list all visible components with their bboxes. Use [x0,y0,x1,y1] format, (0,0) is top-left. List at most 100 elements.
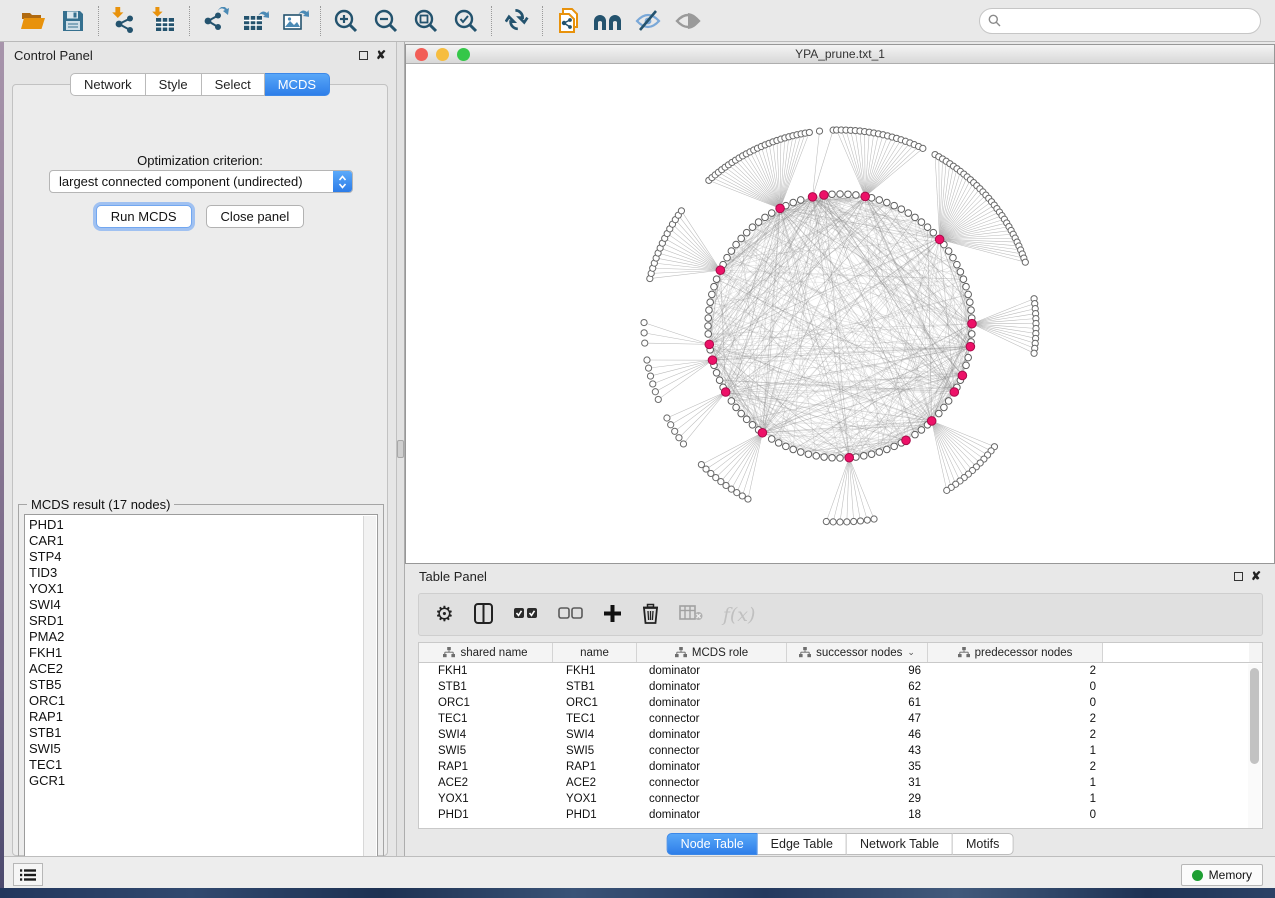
mcds-result-item[interactable]: PMA2 [29,629,361,645]
table-row[interactable]: FKH1FKH1dominator962 [419,663,1262,679]
column-visibility-button[interactable] [474,603,493,627]
mcds-result-item[interactable]: SRD1 [29,613,361,629]
mcds-result-item[interactable]: CAR1 [29,533,361,549]
import-table-icon [151,7,177,34]
open-session-icon [20,9,47,33]
clone-network-button[interactable] [553,6,583,36]
zoom-fit-button[interactable] [411,6,441,36]
mcds-result-item[interactable]: RAP1 [29,709,361,725]
cell: SWI4 [553,727,637,743]
mcds-result-item[interactable]: TEC1 [29,757,361,773]
table-row[interactable]: RAP1RAP1dominator352 [419,759,1262,775]
control-panel-float-button[interactable] [359,51,368,60]
mcds-result-item[interactable]: GCR1 [29,773,361,789]
table-row[interactable]: ACE2ACE2connector311 [419,775,1262,791]
table-row[interactable]: ORC1ORC1dominator610 [419,695,1262,711]
tab-mcds[interactable]: MCDS [265,73,330,96]
cell: ORC1 [419,695,553,711]
cell: 35 [787,759,928,775]
toolbar-group [321,6,491,36]
zoom-selected-button[interactable] [451,6,481,36]
table-row[interactable]: SWI5SWI5connector431 [419,743,1262,759]
search-icon [988,14,1001,27]
control-panel-close-button[interactable]: ✘ [376,49,386,61]
delete-table-icon [679,605,703,624]
cell: YOX1 [419,791,553,807]
open-session-button[interactable] [18,6,48,36]
export-table-button[interactable] [240,6,270,36]
delete-column-button[interactable] [642,603,659,627]
export-image-button[interactable] [280,6,310,36]
zoom-out-button[interactable] [371,6,401,36]
table-row[interactable]: PHD1PHD1dominator180 [419,807,1262,823]
mcds-result-item[interactable]: STB1 [29,725,361,741]
export-network-icon [202,7,229,34]
cell: YOX1 [553,791,637,807]
cell: connector [637,775,787,791]
memory-button[interactable]: Memory [1181,864,1263,886]
tab-network[interactable]: Network [70,73,146,96]
cell: ORC1 [553,695,637,711]
column-header-name[interactable]: name [553,643,637,662]
tab-edge-table[interactable]: Edge Table [758,833,847,855]
zoom-fit-icon [413,8,439,34]
delete-table-button [679,605,703,624]
cell [1103,727,1249,743]
cell: 46 [787,727,928,743]
org-chart-icon [675,647,687,658]
table-row[interactable]: SWI4SWI4dominator462 [419,727,1262,743]
table-row[interactable]: YOX1YOX1connector291 [419,791,1262,807]
run-mcds-button[interactable]: Run MCDS [96,205,192,228]
org-chart-icon [799,647,811,658]
select-all-button[interactable] [513,607,538,623]
table-scrollbar[interactable] [1248,664,1261,828]
mcds-result-item[interactable]: STP4 [29,549,361,565]
tab-network-table[interactable]: Network Table [847,833,953,855]
table-row[interactable]: TEC1TEC1connector472 [419,711,1262,727]
apply-layout-button[interactable] [502,6,532,36]
search-input[interactable] [979,8,1261,34]
hide-graphics-details-button[interactable] [633,6,663,36]
import-network-button[interactable] [109,6,139,36]
mcds-result-item[interactable]: FKH1 [29,645,361,661]
column-header-predecessor-nodes[interactable]: predecessor nodes [928,643,1103,662]
close-panel-button[interactable]: Close panel [206,205,305,228]
add-column-button[interactable] [603,604,622,626]
splitter-grip[interactable] [397,440,404,458]
mcds-result-item[interactable]: SWI5 [29,741,361,757]
deselect-all-button[interactable] [558,607,583,623]
save-session-button[interactable] [58,6,88,36]
column-header-successor-nodes[interactable]: successor nodes⌄ [787,643,928,662]
cell [1103,775,1249,791]
mcds-result-groupbox: MCDS result (17 nodes) PHD1CAR1STP4TID3Y… [18,504,384,874]
mcds-result-item[interactable]: ORC1 [29,693,361,709]
first-neighbors-button[interactable] [593,6,623,36]
table-scrollbar-thumb[interactable] [1250,668,1259,764]
column-header-MCDS-role[interactable]: MCDS role [637,643,787,662]
tab-style[interactable]: Style [146,73,202,96]
table-panel-float-button[interactable] [1234,572,1243,581]
cell [1103,791,1249,807]
column-header-shared-name[interactable]: shared name [419,643,553,662]
automation-panel-button[interactable] [13,863,43,886]
mcds-result-item[interactable]: TID3 [29,565,361,581]
mcds-result-item[interactable]: STB5 [29,677,361,693]
mcds-result-item[interactable]: PHD1 [29,517,361,533]
network-canvas[interactable] [406,64,1274,563]
tab-node-table[interactable]: Node Table [667,833,758,855]
tab-select[interactable]: Select [202,73,265,96]
mcds-result-item[interactable]: SWI4 [29,597,361,613]
show-graphics-details-button[interactable] [673,6,703,36]
mcds-result-scrollbar[interactable] [363,516,376,867]
import-table-button[interactable] [149,6,179,36]
mcds-result-item[interactable]: ACE2 [29,661,361,677]
hide-graphics-details-icon [634,9,662,33]
export-network-button[interactable] [200,6,230,36]
table-options-button[interactable]: ⚙ [435,604,454,625]
table-panel-close-button[interactable]: ✘ [1251,570,1261,582]
criterion-dropdown[interactable]: largest connected component (undirected) [49,170,353,193]
zoom-in-button[interactable] [331,6,361,36]
tab-motifs[interactable]: Motifs [953,833,1013,855]
table-row[interactable]: STB1STB1dominator620 [419,679,1262,695]
mcds-result-item[interactable]: YOX1 [29,581,361,597]
